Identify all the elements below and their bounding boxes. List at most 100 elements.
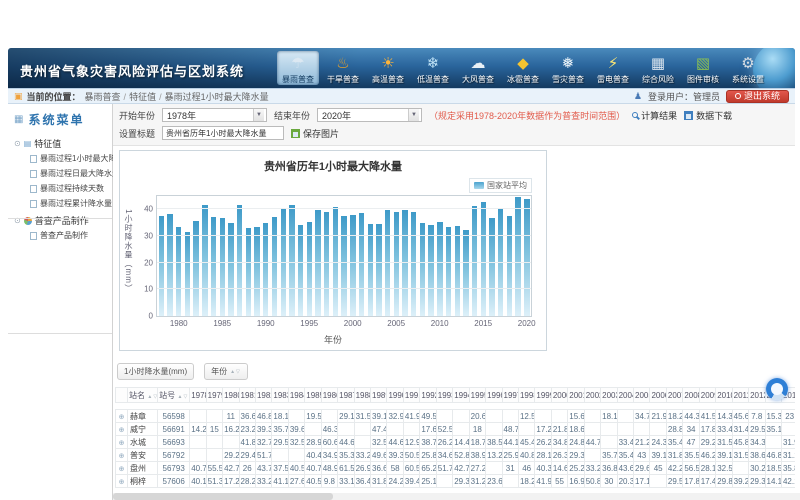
sidebar-item-暴雨过程日最大降水量[interactable]: 暴雨过程日最大降水量 bbox=[8, 166, 112, 181]
sidebar-item-普查产品制作[interactable]: 普查产品制作 bbox=[8, 228, 112, 243]
toolbar-item-图件审核[interactable]: ▧图件审核 bbox=[682, 51, 724, 85]
year-header-1989[interactable]: 1989 ▲▽ bbox=[371, 388, 387, 403]
filter-chip-年份[interactable]: 年份▲▽ bbox=[204, 363, 248, 380]
year-header-2001[interactable]: 2001 ▲▽ bbox=[568, 388, 584, 403]
bar-1983[interactable] bbox=[202, 205, 207, 316]
year-header-2012[interactable]: 2012 ▲▽ bbox=[749, 388, 765, 403]
bar-1996[interactable] bbox=[315, 210, 320, 316]
scrollbar-thumb[interactable] bbox=[113, 493, 333, 500]
expand-icon[interactable]: ⊕ bbox=[119, 479, 125, 486]
bar-1997[interactable] bbox=[324, 212, 329, 316]
year-header-1999[interactable]: 1999 ▲▽ bbox=[535, 388, 551, 403]
toolbar-item-综合风险[interactable]: ▦综合风险 bbox=[637, 51, 679, 85]
bar-2005[interactable] bbox=[394, 212, 399, 316]
bar-1999[interactable] bbox=[341, 216, 346, 316]
year-header-1980[interactable]: 1980 ▲▽ bbox=[223, 388, 239, 403]
breadcrumb-segment[interactable]: 特征值 bbox=[129, 92, 156, 102]
year-header-1978[interactable]: 1978 ▲▽ bbox=[190, 388, 206, 403]
toolbar-item-暴雨普查[interactable]: ☂暴雨普查 bbox=[277, 51, 319, 85]
year-header-2009[interactable]: 2009 ▲▽ bbox=[699, 388, 715, 403]
bar-1995[interactable] bbox=[307, 222, 312, 316]
toolbar-item-冰雹普查[interactable]: ◆冰雹普查 bbox=[502, 51, 544, 85]
sort-arrows-icon[interactable]: ▲▽ bbox=[230, 369, 241, 375]
year-header-1993[interactable]: 1993 ▲▽ bbox=[436, 388, 452, 403]
bar-1990[interactable] bbox=[263, 223, 268, 316]
year-header-2000[interactable]: 2000 ▲▽ bbox=[551, 388, 567, 403]
bar-1978[interactable] bbox=[159, 216, 164, 316]
year-header-1984[interactable]: 1984 ▲▽ bbox=[288, 388, 304, 403]
bar-2015[interactable] bbox=[481, 202, 486, 316]
sidebar-item-暴雨过程1小时最大降水量[interactable]: 暴雨过程1小时最大降水量 bbox=[8, 151, 112, 166]
sidebar-item-暴雨过程累计降水量[interactable]: 暴雨过程累计降水量 bbox=[8, 196, 112, 211]
bar-1991[interactable] bbox=[272, 217, 277, 316]
bar-1987[interactable] bbox=[237, 205, 242, 316]
row-expand-cell[interactable]: ⊕ bbox=[116, 449, 128, 462]
bar-2008[interactable] bbox=[420, 223, 425, 316]
year-header-1995[interactable]: 1995 ▲▽ bbox=[469, 388, 485, 403]
year-header-1986[interactable]: 1986 ▲▽ bbox=[321, 388, 337, 403]
bar-2003[interactable] bbox=[376, 224, 381, 316]
year-header-2010[interactable]: 2010 ▲▽ bbox=[716, 388, 732, 403]
toolbar-item-低温普查[interactable]: ❄低温普查 bbox=[412, 51, 454, 85]
expand-icon[interactable]: ⊕ bbox=[119, 427, 125, 434]
expand-icon[interactable]: ⊕ bbox=[119, 440, 125, 447]
year-header-1997[interactable]: 1997 ▲▽ bbox=[502, 388, 518, 403]
year-header-2002[interactable]: 2002 ▲▽ bbox=[584, 388, 600, 403]
toolbar-item-雷电普查[interactable]: ⚡雷电普查 bbox=[592, 51, 634, 85]
bar-2016[interactable] bbox=[489, 218, 494, 316]
sort-arrows-icon[interactable]: ▲▽ bbox=[175, 394, 188, 400]
sidebar-group-特征值[interactable]: ⊙▤特征值 bbox=[8, 134, 112, 151]
year-header-2005[interactable]: 2005 ▲▽ bbox=[634, 388, 650, 403]
year-header-2003[interactable]: 2003 ▲▽ bbox=[601, 388, 617, 403]
row-expand-cell[interactable]: ⊕ bbox=[116, 475, 128, 488]
year-header-2004[interactable]: 2004 ▲▽ bbox=[617, 388, 633, 403]
loading-refresh-icon[interactable] bbox=[766, 378, 788, 400]
toolbar-item-大风普查[interactable]: ☁大风普查 bbox=[457, 51, 499, 85]
bar-1984[interactable] bbox=[211, 217, 216, 316]
bar-2013[interactable] bbox=[463, 230, 468, 316]
year-header-1987[interactable]: 1987 ▲▽ bbox=[338, 388, 354, 403]
row-expand-cell[interactable]: ⊕ bbox=[116, 462, 128, 475]
bar-2002[interactable] bbox=[368, 224, 373, 316]
end-year-select[interactable]: 2020年 ▼ bbox=[317, 108, 422, 122]
bar-2011[interactable] bbox=[446, 227, 451, 316]
expand-icon[interactable]: ⊕ bbox=[119, 414, 125, 421]
bar-2000[interactable] bbox=[350, 215, 355, 316]
bar-2004[interactable] bbox=[385, 210, 390, 316]
year-header-1988[interactable]: 1988 ▲▽ bbox=[354, 388, 370, 403]
station-name-header[interactable]: 站名 ▲▽ bbox=[128, 388, 158, 403]
bar-2018[interactable] bbox=[507, 216, 512, 316]
bar-1980[interactable] bbox=[176, 227, 181, 316]
bar-2012[interactable] bbox=[455, 226, 460, 316]
bar-2001[interactable] bbox=[359, 213, 364, 316]
station-id-header[interactable]: 站号 ▲▽ bbox=[158, 388, 190, 403]
filter-chip-1小时降水量(mm)[interactable]: 1小时降水量(mm) bbox=[117, 363, 194, 380]
year-header-1983[interactable]: 1983 ▲▽ bbox=[272, 388, 288, 403]
year-header-1992[interactable]: 1992 ▲▽ bbox=[420, 388, 436, 403]
chart-legend[interactable]: 国家站平均 bbox=[469, 178, 532, 193]
expand-column-header[interactable] bbox=[116, 388, 128, 403]
bar-2006[interactable] bbox=[402, 210, 407, 316]
toolbar-item-雪灾普查[interactable]: ❅雪灾普查 bbox=[547, 51, 589, 85]
breadcrumb-segment[interactable]: 暴雨过程1小时最大降水量 bbox=[165, 92, 269, 102]
year-header-2006[interactable]: 2006 ▲▽ bbox=[650, 388, 666, 403]
year-header-1979[interactable]: 1979 ▲▽ bbox=[206, 388, 222, 403]
bar-1993[interactable] bbox=[289, 205, 294, 316]
toolbar-item-系统设置[interactable]: ⚙系统设置 bbox=[727, 51, 769, 85]
bar-2007[interactable] bbox=[411, 212, 416, 316]
row-expand-cell[interactable]: ⊕ bbox=[116, 410, 128, 423]
year-header-1982[interactable]: 1982 ▲▽ bbox=[255, 388, 271, 403]
sidebar-item-暴雨过程持续天数[interactable]: 暴雨过程持续天数 bbox=[8, 181, 112, 196]
bar-1981[interactable] bbox=[185, 232, 190, 316]
row-expand-cell[interactable]: ⊕ bbox=[116, 423, 128, 436]
row-expand-cell[interactable]: ⊕ bbox=[116, 436, 128, 449]
year-header-1981[interactable]: 1981 ▲▽ bbox=[239, 388, 255, 403]
toolbar-item-干旱普查[interactable]: ♨干旱普查 bbox=[322, 51, 364, 85]
toolbar-item-高温普查[interactable]: ☀高温普查 bbox=[367, 51, 409, 85]
bar-1994[interactable] bbox=[298, 225, 303, 316]
tree-toggle-icon[interactable]: ⊙ bbox=[14, 139, 21, 148]
calc-result-button[interactable]: 计算结果 bbox=[632, 109, 677, 122]
data-download-button[interactable]: 数据下载 bbox=[684, 109, 732, 122]
bar-2019[interactable] bbox=[515, 197, 520, 316]
horizontal-scrollbar[interactable] bbox=[113, 493, 800, 500]
